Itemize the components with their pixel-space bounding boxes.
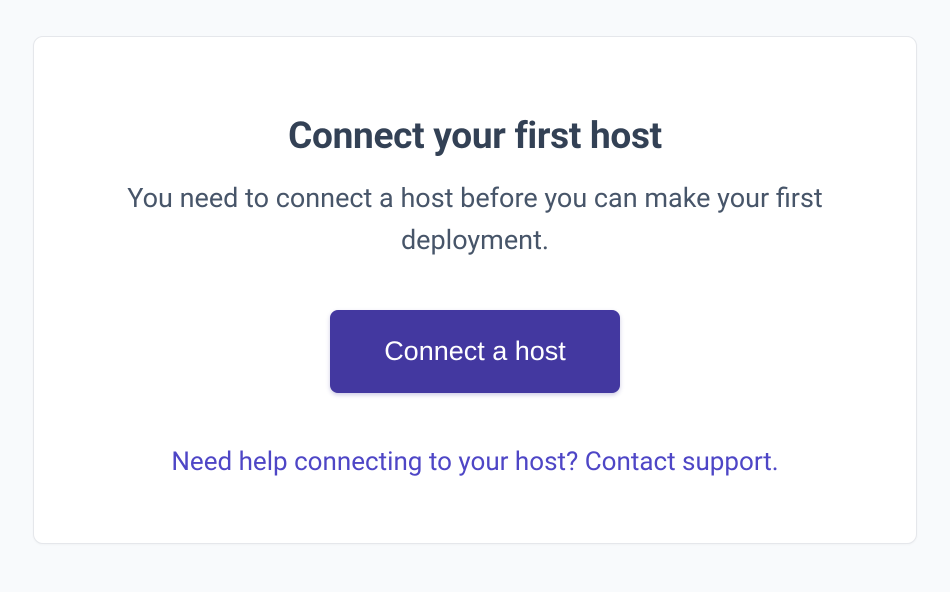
connect-host-button[interactable]: Connect a host: [330, 310, 620, 393]
card-subtitle: You need to connect a host before you ca…: [84, 178, 866, 262]
contact-support-link[interactable]: Need help connecting to your host? Conta…: [171, 447, 778, 477]
card-title: Connect your first host: [84, 115, 866, 158]
onboarding-card: Connect your first host You need to conn…: [33, 36, 917, 544]
